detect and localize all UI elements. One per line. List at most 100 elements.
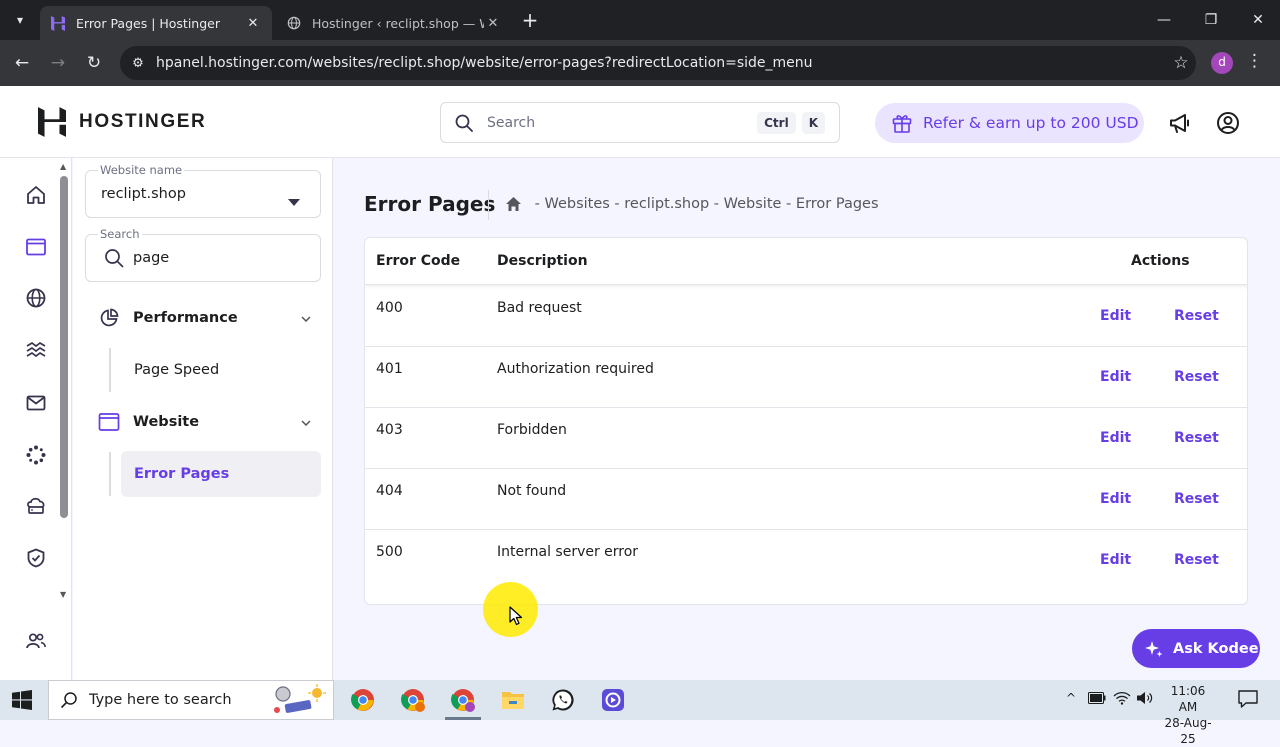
error-description: Authorization required bbox=[497, 361, 654, 377]
hostinger-logo[interactable]: HOSTINGER bbox=[38, 106, 206, 138]
forward-icon[interactable]: → bbox=[46, 51, 70, 75]
edit-button[interactable]: Edit bbox=[1100, 369, 1131, 385]
website-icon bbox=[97, 412, 121, 432]
ask-kodee-button[interactable]: Ask Kodee bbox=[1132, 629, 1260, 668]
system-clock[interactable]: 11:06 AM 28-Aug-25 bbox=[1160, 683, 1216, 747]
restore-icon[interactable]: ❐ bbox=[1196, 8, 1226, 32]
home-icon[interactable] bbox=[24, 183, 48, 207]
minimize-icon[interactable]: — bbox=[1149, 8, 1179, 32]
error-code: 400 bbox=[376, 300, 403, 316]
breadcrumb-home-icon[interactable] bbox=[505, 196, 522, 212]
profile-avatar[interactable]: d bbox=[1211, 52, 1233, 74]
back-icon[interactable]: ← bbox=[10, 51, 34, 75]
breadcrumb-websites[interactable]: Websites bbox=[544, 196, 609, 212]
breadcrumb-domain[interactable]: reclipt.shop bbox=[624, 196, 709, 212]
edit-button[interactable]: Edit bbox=[1100, 552, 1131, 568]
submenu-line bbox=[109, 348, 111, 392]
tab-title: Error Pages | Hostinger bbox=[76, 15, 220, 31]
team-users-icon[interactable] bbox=[24, 629, 48, 653]
chrome-profile-n-icon[interactable] bbox=[399, 686, 427, 714]
reset-button[interactable]: Reset bbox=[1174, 308, 1219, 324]
column-header-error-code: Error Code bbox=[376, 253, 461, 269]
websites-icon[interactable] bbox=[24, 235, 48, 259]
battery-icon[interactable] bbox=[1088, 692, 1106, 707]
edit-button[interactable]: Edit bbox=[1100, 491, 1131, 507]
menu-group-website[interactable]: Error Pages Website bbox=[97, 402, 313, 442]
breadcrumb-error-pages: Error Pages bbox=[795, 196, 879, 212]
tab-search-button[interactable]: ▾ bbox=[8, 8, 32, 32]
site-info-icon[interactable]: ⚙ bbox=[120, 56, 156, 71]
rail-scroll-up-icon[interactable]: ▲ bbox=[60, 162, 66, 171]
breadcrumb-separator: - bbox=[609, 196, 625, 212]
menu-group-performance[interactable]: Performance bbox=[97, 298, 313, 338]
vps-cloud-icon[interactable] bbox=[24, 494, 48, 518]
reset-button[interactable]: Reset bbox=[1174, 369, 1219, 385]
account-icon[interactable] bbox=[1215, 110, 1241, 136]
close-window-icon[interactable]: ✕ bbox=[1243, 8, 1273, 32]
taskbar-search-input[interactable]: Type here to search bbox=[48, 680, 334, 720]
table-row: 401 Authorization required Edit Reset bbox=[365, 347, 1247, 408]
reset-button[interactable]: Reset bbox=[1174, 491, 1219, 507]
tab-close-icon[interactable]: ✕ bbox=[484, 16, 502, 31]
hostinger-logo-icon bbox=[38, 106, 68, 138]
kodee-sparkle-icon bbox=[1144, 639, 1164, 659]
volume-icon[interactable] bbox=[1136, 691, 1154, 708]
search-icon bbox=[441, 113, 487, 133]
edit-button[interactable]: Edit bbox=[1100, 308, 1131, 324]
email-icon[interactable] bbox=[24, 391, 48, 415]
notifications-icon[interactable] bbox=[1238, 690, 1258, 712]
column-header-description: Description bbox=[497, 253, 588, 269]
chrome-profile-d-icon[interactable] bbox=[449, 686, 477, 714]
address-bar[interactable]: ⚙ hpanel.hostinger.com/websites/reclipt.… bbox=[120, 46, 1196, 80]
whatsapp-icon[interactable] bbox=[549, 686, 577, 714]
page-title: Error Pages bbox=[364, 192, 496, 216]
megaphone-icon[interactable] bbox=[1167, 110, 1193, 136]
windows-start-icon[interactable] bbox=[12, 690, 32, 714]
rail-scrollbar[interactable] bbox=[60, 176, 68, 518]
search-highlight-icon bbox=[271, 683, 327, 717]
integrations-icon[interactable] bbox=[24, 443, 48, 467]
tab-title: Hostinger ‹ reclipt.shop — Wor bbox=[312, 15, 484, 31]
new-tab-button[interactable]: + bbox=[518, 9, 542, 33]
sidebar-item-error-pages[interactable]: Error Pages bbox=[121, 451, 321, 497]
breadcrumb-website[interactable]: Website bbox=[724, 196, 782, 212]
edit-button[interactable]: Edit bbox=[1100, 430, 1131, 446]
website-selector[interactable]: Website name reclipt.shop bbox=[85, 163, 321, 218]
rail-scroll-down-icon[interactable]: ▼ bbox=[60, 590, 66, 599]
reload-icon[interactable]: ↻ bbox=[82, 51, 106, 75]
tray-chevron-icon[interactable]: ^ bbox=[1066, 691, 1076, 705]
refer-earn-label: Refer & earn up to 200 USD bbox=[923, 114, 1139, 132]
reset-button[interactable]: Reset bbox=[1174, 430, 1219, 446]
taskbar-search-placeholder: Type here to search bbox=[89, 692, 232, 708]
browser-toolbar: ← → ↻ ⚙ hpanel.hostinger.com/websites/re… bbox=[0, 40, 1280, 86]
wifi-icon[interactable] bbox=[1113, 691, 1131, 708]
search-icon bbox=[49, 691, 89, 709]
website-group-label: Website bbox=[133, 414, 200, 430]
domains-globe-icon[interactable] bbox=[24, 286, 48, 310]
horizons-icon[interactable] bbox=[24, 339, 48, 363]
chrome-icon[interactable] bbox=[349, 686, 377, 714]
browser-menu-icon[interactable]: ⋮ bbox=[1246, 51, 1263, 71]
refer-earn-button[interactable]: Refer & earn up to 200 USD bbox=[875, 103, 1144, 143]
title-divider bbox=[488, 190, 489, 220]
tab-wordpress[interactable]: Hostinger ‹ reclipt.shop — Wor ✕ bbox=[276, 6, 512, 40]
tab-error-pages[interactable]: Error Pages | Hostinger ✕ bbox=[40, 6, 272, 40]
performance-pie-icon bbox=[97, 308, 121, 328]
screen-recorder-icon[interactable] bbox=[599, 686, 627, 714]
shortcut-key-k: K bbox=[801, 111, 825, 134]
file-explorer-icon[interactable] bbox=[499, 686, 527, 714]
global-search-input[interactable]: Search Ctrl K bbox=[440, 102, 840, 143]
sidebar-item-page-speed[interactable]: Page Speed bbox=[121, 347, 321, 393]
menu-search-input[interactable]: Search page bbox=[85, 227, 321, 282]
error-code: 500 bbox=[376, 544, 403, 560]
table-row: 400 Bad request Edit Reset bbox=[365, 286, 1247, 347]
bookmark-star-icon[interactable]: ☆ bbox=[1166, 53, 1196, 73]
tab-close-icon[interactable]: ✕ bbox=[244, 16, 262, 31]
security-shield-icon[interactable] bbox=[24, 546, 48, 570]
app-header: HOSTINGER Search Ctrl K Refer & earn up … bbox=[0, 86, 1280, 158]
submenu-line bbox=[109, 452, 111, 496]
column-header-actions: Actions bbox=[1131, 253, 1190, 269]
error-code: 401 bbox=[376, 361, 403, 377]
table-row: 500 Internal server error Edit Reset bbox=[365, 530, 1247, 591]
reset-button[interactable]: Reset bbox=[1174, 552, 1219, 568]
